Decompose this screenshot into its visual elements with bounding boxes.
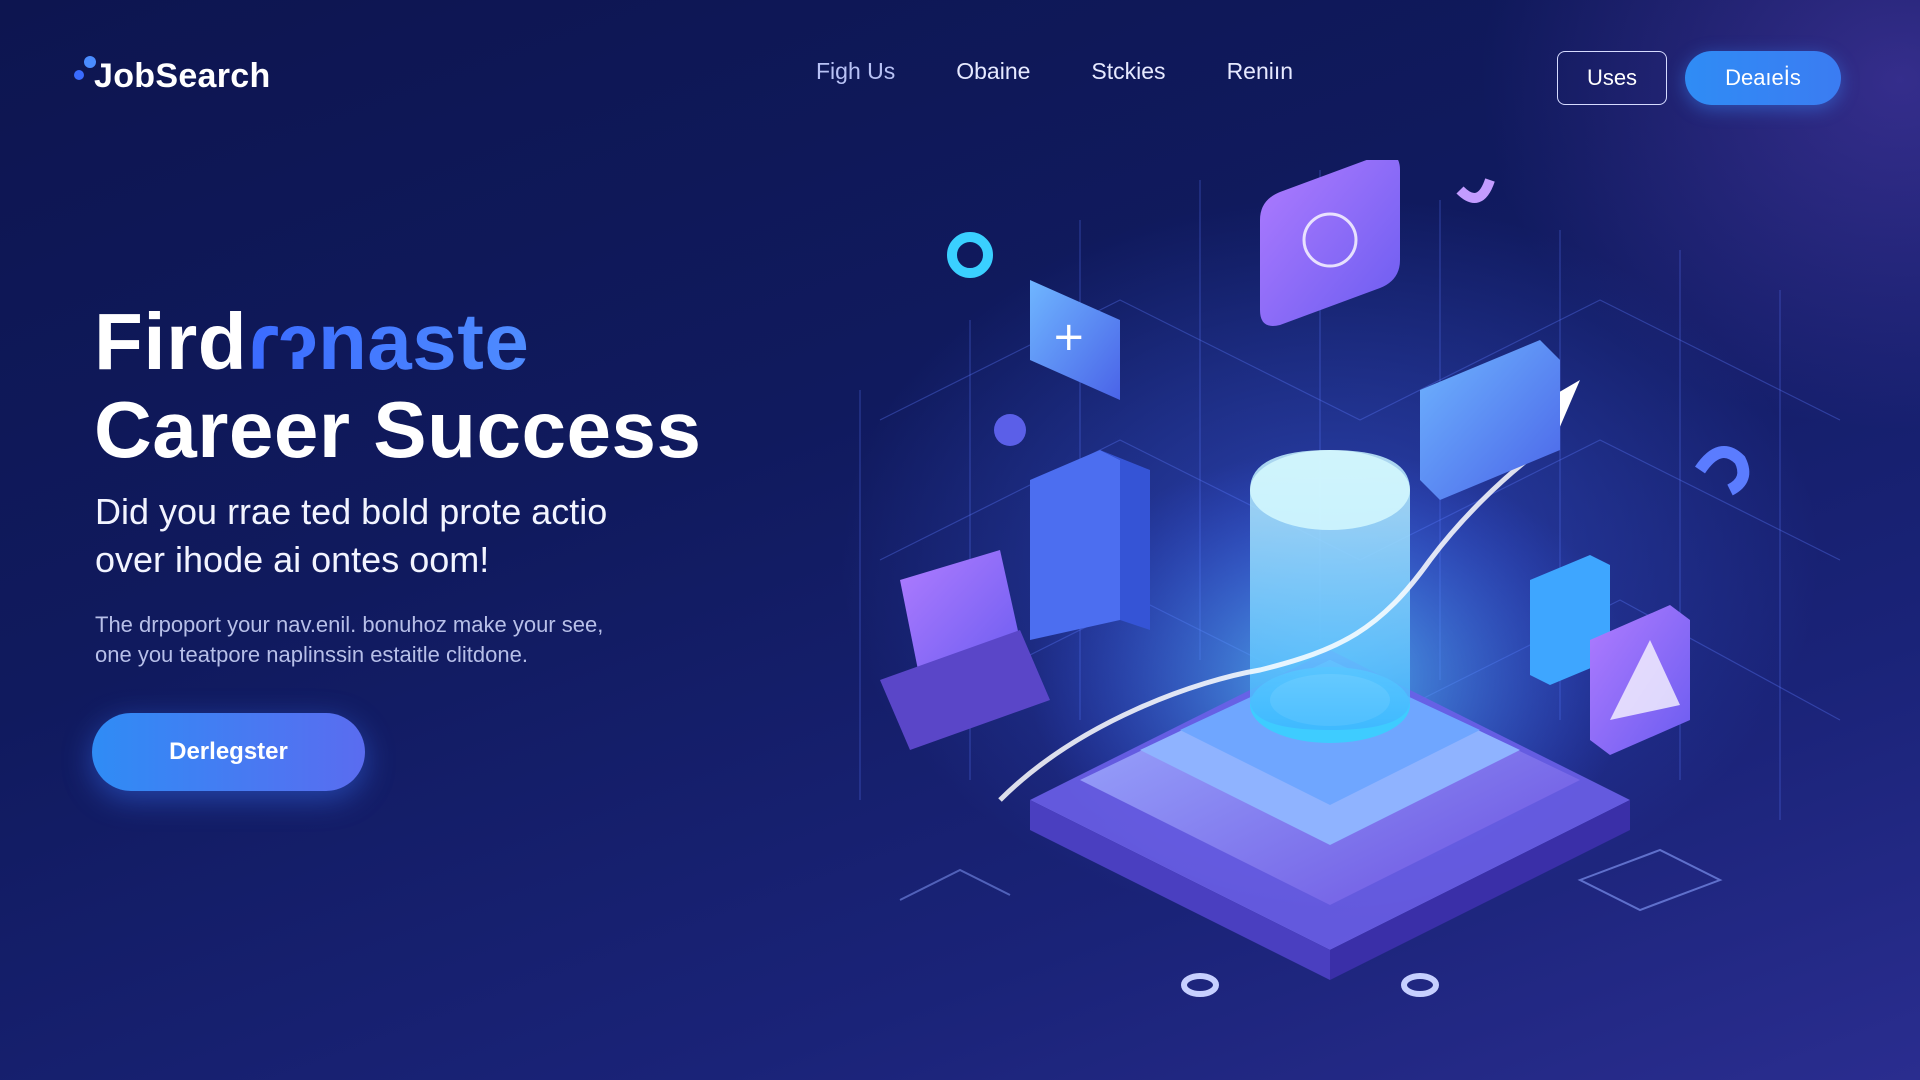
hero-title-line2: Career Success bbox=[94, 385, 702, 474]
nav-item-2[interactable]: Obaine bbox=[956, 58, 1030, 85]
nav-item-1[interactable]: Figh Us bbox=[816, 58, 895, 85]
hero-subtitle: Did you rrae ted bold prote actio over i… bbox=[95, 488, 735, 584]
hero-cta-button[interactable]: Derlegster bbox=[92, 713, 365, 791]
hero-body-line1: The drpoport your nav.enil. bonuhoz make… bbox=[95, 612, 604, 637]
hero-body-text: The drpoport your nav.enil. bonuhoz make… bbox=[95, 610, 735, 670]
hero-subtitle-line2: over ihode ai ontes oom! bbox=[95, 539, 490, 580]
header-primary-button[interactable]: Deaıeİs bbox=[1685, 51, 1841, 105]
nav-item-3[interactable]: Stckies bbox=[1091, 58, 1165, 85]
hero-subtitle-line1: Did you rrae ted bold prote actio bbox=[95, 491, 608, 532]
logo-text: JobSearch bbox=[94, 56, 271, 95]
logo-dots-icon bbox=[72, 56, 98, 96]
uses-button[interactable]: Uses bbox=[1557, 51, 1667, 105]
isometric-platform-illustration: + bbox=[820, 154, 1880, 1020]
logo[interactable]: JobSearch bbox=[72, 48, 271, 104]
nav-item-4[interactable]: Reniın bbox=[1227, 58, 1293, 85]
hero-title-plain: Fird bbox=[94, 297, 248, 386]
main-nav: Figh Us Obaine Stckies Reniın bbox=[816, 58, 1293, 85]
hero-title: Firdɾɂnaste Career Success bbox=[94, 298, 701, 474]
hero-title-highlight: ɾɂnaste bbox=[247, 297, 530, 386]
svg-text:+: + bbox=[1052, 314, 1086, 360]
hero-body-line2: one you teatpore naplinssin estaitle cli… bbox=[95, 642, 528, 667]
